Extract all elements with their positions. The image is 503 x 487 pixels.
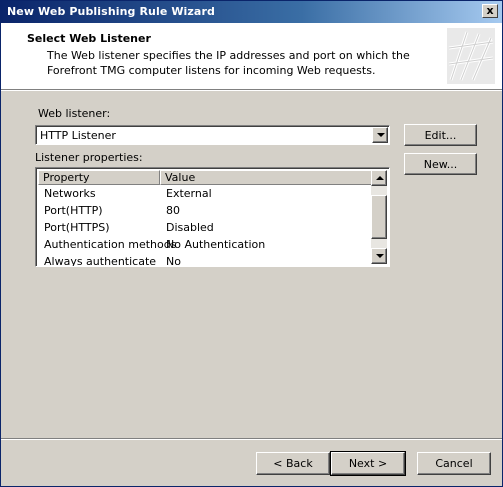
- list-header: Property Value: [38, 170, 373, 185]
- edit-button[interactable]: Edit...: [404, 124, 477, 146]
- cancel-button-label: Cancel: [435, 457, 473, 470]
- column-header-property[interactable]: Property: [38, 170, 160, 185]
- table-row[interactable]: Networks External: [38, 185, 373, 202]
- page-description: The Web listener specifies the IP addres…: [47, 49, 410, 77]
- listener-properties-label: Listener properties:: [35, 151, 143, 164]
- property-cell: Networks: [44, 187, 96, 200]
- new-button-label: New...: [423, 158, 458, 171]
- value-cell: Disabled: [166, 221, 214, 234]
- scroll-up-button[interactable]: [371, 170, 387, 186]
- value-cell: 80: [166, 204, 180, 217]
- back-button[interactable]: < Back: [256, 452, 330, 475]
- cancel-button[interactable]: Cancel: [417, 452, 491, 475]
- edit-button-label: Edit...: [424, 129, 457, 142]
- close-icon: x: [486, 4, 494, 17]
- value-cell: No: [166, 255, 181, 267]
- listener-properties-list[interactable]: Property Value Networks External Port(HTT…: [35, 167, 390, 267]
- next-button[interactable]: Next >: [330, 451, 406, 476]
- wizard-banner-icon: [447, 28, 495, 84]
- property-cell: Always authenticate: [44, 255, 157, 267]
- web-listener-label: Web listener:: [38, 107, 111, 120]
- value-cell: No Authentication: [166, 238, 266, 251]
- close-button[interactable]: x: [482, 4, 498, 18]
- table-row[interactable]: Always authenticate No: [38, 253, 373, 267]
- value-cell: External: [166, 187, 212, 200]
- title-bar[interactable]: New Web Publishing Rule Wizard x: [1, 1, 502, 23]
- table-row[interactable]: Port(HTTPS) Disabled: [38, 219, 373, 236]
- dropdown-button[interactable]: [372, 127, 388, 143]
- web-listener-dropdown[interactable]: HTTP Listener: [35, 125, 390, 145]
- chevron-down-icon: [376, 254, 384, 258]
- property-cell: Authentication methods: [44, 238, 177, 251]
- header-divider: [1, 90, 502, 91]
- new-button[interactable]: New...: [404, 153, 477, 175]
- window-title: New Web Publishing Rule Wizard: [7, 5, 215, 18]
- chevron-down-icon: [377, 133, 385, 137]
- wizard-header: Select Web Listener The Web listener spe…: [1, 23, 502, 90]
- next-button-label: Next >: [348, 457, 388, 470]
- property-cell: Port(HTTP): [44, 204, 103, 217]
- page-title: Select Web Listener: [27, 32, 151, 45]
- wizard-window: New Web Publishing Rule Wizard x Select …: [0, 0, 503, 487]
- web-listener-value: HTTP Listener: [40, 129, 116, 142]
- column-header-value[interactable]: Value: [160, 170, 373, 185]
- scroll-thumb[interactable]: [371, 195, 387, 239]
- vertical-scrollbar[interactable]: [371, 170, 387, 264]
- footer-divider: [1, 438, 502, 440]
- chevron-up-icon: [376, 176, 384, 180]
- back-button-label: < Back: [273, 457, 313, 470]
- table-row[interactable]: Authentication methods No Authentication: [38, 236, 373, 253]
- property-cell: Port(HTTPS): [44, 221, 110, 234]
- table-row[interactable]: Port(HTTP) 80: [38, 202, 373, 219]
- scroll-down-button[interactable]: [371, 248, 387, 264]
